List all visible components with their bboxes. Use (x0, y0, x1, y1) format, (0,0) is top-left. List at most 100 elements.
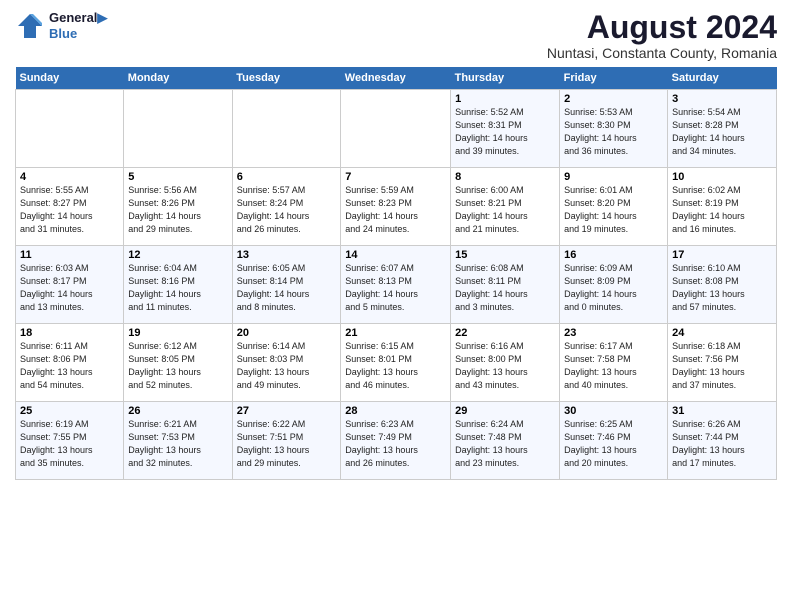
day-info: Sunrise: 5:59 AM Sunset: 8:23 PM Dayligh… (345, 184, 446, 236)
day-number: 7 (345, 171, 446, 183)
col-sunday: Sunday (16, 67, 124, 90)
day-number: 31 (672, 405, 772, 417)
calendar-cell: 23Sunrise: 6:17 AM Sunset: 7:58 PM Dayli… (560, 324, 668, 402)
calendar-cell: 5Sunrise: 5:56 AM Sunset: 8:26 PM Daylig… (124, 168, 232, 246)
calendar-cell: 17Sunrise: 6:10 AM Sunset: 8:08 PM Dayli… (668, 246, 777, 324)
calendar-cell: 9Sunrise: 6:01 AM Sunset: 8:20 PM Daylig… (560, 168, 668, 246)
day-info: Sunrise: 6:21 AM Sunset: 7:53 PM Dayligh… (128, 418, 227, 470)
day-info: Sunrise: 5:56 AM Sunset: 8:26 PM Dayligh… (128, 184, 227, 236)
day-number: 22 (455, 327, 555, 339)
day-info: Sunrise: 5:52 AM Sunset: 8:31 PM Dayligh… (455, 106, 555, 158)
calendar-cell: 2Sunrise: 5:53 AM Sunset: 8:30 PM Daylig… (560, 90, 668, 168)
day-number: 28 (345, 405, 446, 417)
calendar-week-2: 4Sunrise: 5:55 AM Sunset: 8:27 PM Daylig… (16, 168, 777, 246)
calendar-cell: 30Sunrise: 6:25 AM Sunset: 7:46 PM Dayli… (560, 402, 668, 480)
day-number: 6 (237, 171, 337, 183)
day-info: Sunrise: 6:18 AM Sunset: 7:56 PM Dayligh… (672, 340, 772, 392)
day-info: Sunrise: 6:09 AM Sunset: 8:09 PM Dayligh… (564, 262, 663, 314)
day-info: Sunrise: 6:10 AM Sunset: 8:08 PM Dayligh… (672, 262, 772, 314)
day-info: Sunrise: 6:19 AM Sunset: 7:55 PM Dayligh… (20, 418, 119, 470)
calendar-cell: 27Sunrise: 6:22 AM Sunset: 7:51 PM Dayli… (232, 402, 341, 480)
calendar-cell: 3Sunrise: 5:54 AM Sunset: 8:28 PM Daylig… (668, 90, 777, 168)
logo-icon (15, 11, 45, 41)
day-number: 5 (128, 171, 227, 183)
calendar-cell: 10Sunrise: 6:02 AM Sunset: 8:19 PM Dayli… (668, 168, 777, 246)
day-info: Sunrise: 5:53 AM Sunset: 8:30 PM Dayligh… (564, 106, 663, 158)
calendar-header-row: Sunday Monday Tuesday Wednesday Thursday… (16, 67, 777, 90)
day-number: 4 (20, 171, 119, 183)
calendar-cell: 6Sunrise: 5:57 AM Sunset: 8:24 PM Daylig… (232, 168, 341, 246)
day-number: 24 (672, 327, 772, 339)
calendar-cell: 20Sunrise: 6:14 AM Sunset: 8:03 PM Dayli… (232, 324, 341, 402)
calendar-cell (232, 90, 341, 168)
day-number: 9 (564, 171, 663, 183)
day-info: Sunrise: 5:57 AM Sunset: 8:24 PM Dayligh… (237, 184, 337, 236)
day-number: 16 (564, 249, 663, 261)
calendar-week-4: 18Sunrise: 6:11 AM Sunset: 8:06 PM Dayli… (16, 324, 777, 402)
calendar-cell: 12Sunrise: 6:04 AM Sunset: 8:16 PM Dayli… (124, 246, 232, 324)
day-info: Sunrise: 6:12 AM Sunset: 8:05 PM Dayligh… (128, 340, 227, 392)
day-info: Sunrise: 6:02 AM Sunset: 8:19 PM Dayligh… (672, 184, 772, 236)
calendar-cell: 18Sunrise: 6:11 AM Sunset: 8:06 PM Dayli… (16, 324, 124, 402)
col-wednesday: Wednesday (341, 67, 451, 90)
day-info: Sunrise: 6:14 AM Sunset: 8:03 PM Dayligh… (237, 340, 337, 392)
day-number: 1 (455, 93, 555, 105)
calendar-cell: 26Sunrise: 6:21 AM Sunset: 7:53 PM Dayli… (124, 402, 232, 480)
day-info: Sunrise: 6:17 AM Sunset: 7:58 PM Dayligh… (564, 340, 663, 392)
col-saturday: Saturday (668, 67, 777, 90)
calendar-table: Sunday Monday Tuesday Wednesday Thursday… (15, 67, 777, 480)
day-number: 18 (20, 327, 119, 339)
day-number: 8 (455, 171, 555, 183)
calendar-subtitle: Nuntasi, Constanta County, Romania (547, 45, 777, 61)
calendar-cell: 16Sunrise: 6:09 AM Sunset: 8:09 PM Dayli… (560, 246, 668, 324)
day-number: 11 (20, 249, 119, 261)
day-info: Sunrise: 6:15 AM Sunset: 8:01 PM Dayligh… (345, 340, 446, 392)
day-number: 27 (237, 405, 337, 417)
day-number: 21 (345, 327, 446, 339)
calendar-cell: 31Sunrise: 6:26 AM Sunset: 7:44 PM Dayli… (668, 402, 777, 480)
logo-text: General▶ Blue (49, 10, 107, 41)
day-info: Sunrise: 5:55 AM Sunset: 8:27 PM Dayligh… (20, 184, 119, 236)
day-number: 30 (564, 405, 663, 417)
calendar-cell: 13Sunrise: 6:05 AM Sunset: 8:14 PM Dayli… (232, 246, 341, 324)
calendar-cell: 19Sunrise: 6:12 AM Sunset: 8:05 PM Dayli… (124, 324, 232, 402)
calendar-cell: 7Sunrise: 5:59 AM Sunset: 8:23 PM Daylig… (341, 168, 451, 246)
day-number: 17 (672, 249, 772, 261)
day-number: 23 (564, 327, 663, 339)
page-container: General▶ Blue August 2024 Nuntasi, Const… (0, 0, 792, 490)
calendar-week-1: 1Sunrise: 5:52 AM Sunset: 8:31 PM Daylig… (16, 90, 777, 168)
day-info: Sunrise: 6:26 AM Sunset: 7:44 PM Dayligh… (672, 418, 772, 470)
day-number: 12 (128, 249, 227, 261)
day-number: 13 (237, 249, 337, 261)
day-info: Sunrise: 6:25 AM Sunset: 7:46 PM Dayligh… (564, 418, 663, 470)
day-number: 19 (128, 327, 227, 339)
day-number: 2 (564, 93, 663, 105)
calendar-week-5: 25Sunrise: 6:19 AM Sunset: 7:55 PM Dayli… (16, 402, 777, 480)
calendar-cell (341, 90, 451, 168)
calendar-cell (124, 90, 232, 168)
day-number: 14 (345, 249, 446, 261)
day-info: Sunrise: 6:16 AM Sunset: 8:00 PM Dayligh… (455, 340, 555, 392)
day-info: Sunrise: 6:07 AM Sunset: 8:13 PM Dayligh… (345, 262, 446, 314)
day-number: 26 (128, 405, 227, 417)
day-number: 10 (672, 171, 772, 183)
day-info: Sunrise: 6:23 AM Sunset: 7:49 PM Dayligh… (345, 418, 446, 470)
day-info: Sunrise: 6:05 AM Sunset: 8:14 PM Dayligh… (237, 262, 337, 314)
day-number: 25 (20, 405, 119, 417)
calendar-cell: 28Sunrise: 6:23 AM Sunset: 7:49 PM Dayli… (341, 402, 451, 480)
calendar-title: August 2024 (547, 10, 777, 45)
day-info: Sunrise: 6:00 AM Sunset: 8:21 PM Dayligh… (455, 184, 555, 236)
col-thursday: Thursday (451, 67, 560, 90)
col-monday: Monday (124, 67, 232, 90)
day-info: Sunrise: 6:04 AM Sunset: 8:16 PM Dayligh… (128, 262, 227, 314)
logo: General▶ Blue (15, 10, 107, 41)
calendar-week-3: 11Sunrise: 6:03 AM Sunset: 8:17 PM Dayli… (16, 246, 777, 324)
day-info: Sunrise: 6:11 AM Sunset: 8:06 PM Dayligh… (20, 340, 119, 392)
title-block: August 2024 Nuntasi, Constanta County, R… (547, 10, 777, 61)
day-info: Sunrise: 5:54 AM Sunset: 8:28 PM Dayligh… (672, 106, 772, 158)
calendar-cell: 8Sunrise: 6:00 AM Sunset: 8:21 PM Daylig… (451, 168, 560, 246)
day-info: Sunrise: 6:22 AM Sunset: 7:51 PM Dayligh… (237, 418, 337, 470)
calendar-cell: 24Sunrise: 6:18 AM Sunset: 7:56 PM Dayli… (668, 324, 777, 402)
calendar-cell (16, 90, 124, 168)
calendar-cell: 11Sunrise: 6:03 AM Sunset: 8:17 PM Dayli… (16, 246, 124, 324)
